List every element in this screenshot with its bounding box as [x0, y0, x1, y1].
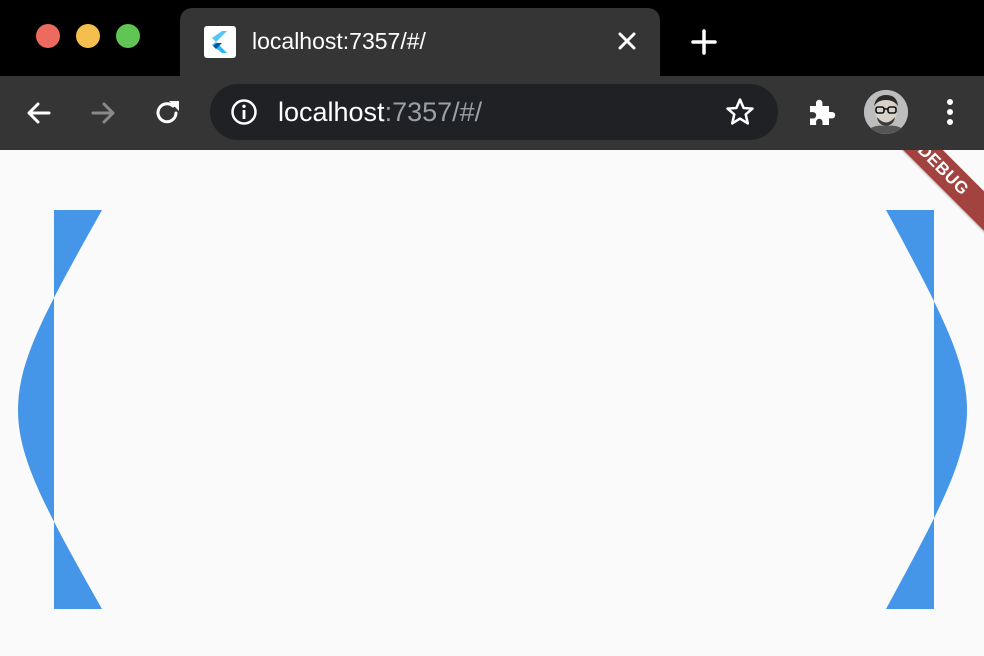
browser-title-bar: localhost:7357/#/: [0, 0, 984, 76]
window-minimize-button[interactable]: [76, 24, 100, 48]
arrow-right-icon[interactable]: [86, 96, 120, 130]
url-path: :7357/#/: [384, 97, 483, 127]
browser-toolbar: localhost:7357/#/: [0, 76, 984, 150]
close-icon[interactable]: [614, 28, 640, 54]
window-zoom-button[interactable]: [116, 24, 140, 48]
window-close-button[interactable]: [36, 24, 60, 48]
tab-title: localhost:7357/#/: [252, 28, 426, 54]
reload-icon[interactable]: [150, 96, 184, 130]
avatar[interactable]: [864, 90, 908, 134]
app-canvas: [18, 210, 967, 609]
arrow-left-icon[interactable]: [22, 96, 56, 130]
right-blue-shape: [886, 210, 967, 609]
vertical-dots-icon[interactable]: [932, 94, 968, 130]
left-blue-shape: [18, 210, 102, 609]
puzzle-icon[interactable]: [804, 94, 840, 130]
info-icon[interactable]: [230, 98, 258, 126]
address-bar[interactable]: localhost:7357/#/: [210, 84, 778, 140]
flutter-icon: [204, 26, 236, 58]
star-icon[interactable]: [724, 96, 756, 128]
browser-tab[interactable]: localhost:7357/#/: [180, 8, 660, 76]
url-text[interactable]: localhost:7357/#/: [278, 97, 482, 128]
page-viewport: DEBUG: [0, 150, 984, 656]
plus-icon[interactable]: [688, 26, 720, 58]
url-host: localhost: [278, 97, 385, 127]
